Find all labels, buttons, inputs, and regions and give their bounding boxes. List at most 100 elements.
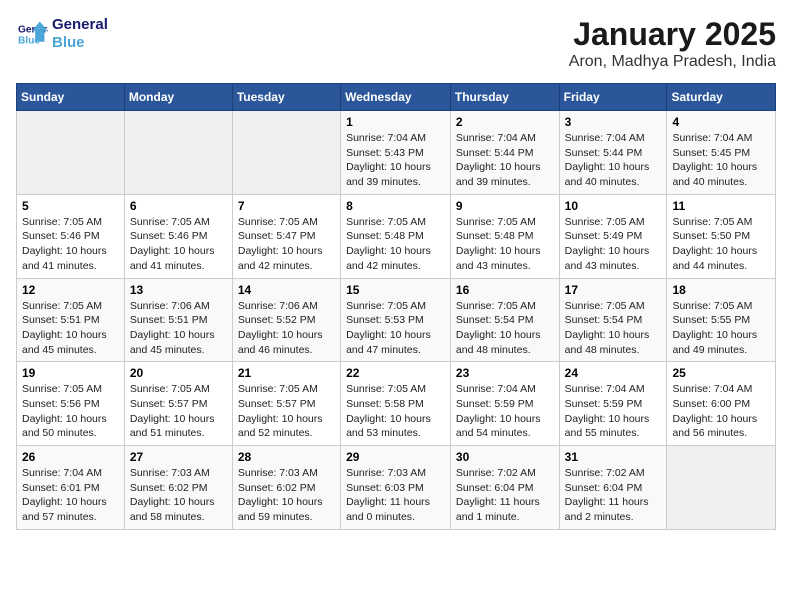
day-cell: [124, 111, 232, 195]
day-cell: 12Sunrise: 7:05 AM Sunset: 5:51 PM Dayli…: [17, 278, 125, 362]
day-number: 13: [130, 283, 227, 297]
day-cell: 21Sunrise: 7:05 AM Sunset: 5:57 PM Dayli…: [232, 362, 340, 446]
logo-icon: General Blue: [16, 20, 48, 48]
calendar-subtitle: Aron, Madhya Pradesh, India: [569, 53, 776, 71]
day-cell: 26 Sunrise: 7:04 AM Sunset: 6:01 PM Dayli…: [17, 446, 125, 530]
day-cell: 14 Sunrise: 7:06 AM Sunset: 5:52 PM Dayli…: [232, 278, 340, 362]
header-row: SundayMondayTuesdayWednesdayThursdayFrid…: [17, 84, 776, 111]
day-number: 5: [22, 199, 119, 213]
day-info: Sunrise: 7:05 AM Sunset: 5:56 PM Dayligh…: [22, 382, 119, 441]
day-cell: 10 Sunrise: 7:05 AM Sunset: 5:49 PM Dayli…: [559, 194, 667, 278]
day-number: 3: [565, 115, 662, 129]
calendar-table: SundayMondayTuesdayWednesdayThursdayFrid…: [16, 83, 776, 530]
week-row-1: 1 Sunrise: 7:04 AM Sunset: 5:43 PM Daylig…: [17, 111, 776, 195]
week-row-5: 26 Sunrise: 7:04 AM Sunset: 6:01 PM Dayli…: [17, 446, 776, 530]
day-info: Sunrise: 7:03 AM Sunset: 6:03 PM Dayligh…: [346, 466, 445, 525]
day-cell: 25 Sunrise: 7:04 AM Sunset: 6:00 PM Dayli…: [667, 362, 776, 446]
header-cell-saturday: Saturday: [667, 84, 776, 111]
day-cell: 28 Sunrise: 7:03 AM Sunset: 6:02 PM Dayli…: [232, 446, 340, 530]
day-info: Sunrise: 7:04 AM Sunset: 5:44 PM Dayligh…: [565, 131, 662, 190]
day-cell: 23Sunrise: 7:04 AM Sunset: 5:59 PM Dayli…: [450, 362, 559, 446]
day-info: Sunrise: 7:02 AM Sunset: 6:04 PM Dayligh…: [565, 466, 662, 525]
day-number: 10: [565, 199, 662, 213]
day-info: Sunrise: 7:04 AM Sunset: 6:00 PM Dayligh…: [672, 382, 770, 441]
day-number: 8: [346, 199, 445, 213]
header-cell-monday: Monday: [124, 84, 232, 111]
day-info: Sunrise: 7:05 AM Sunset: 5:46 PM Dayligh…: [22, 215, 119, 274]
day-number: 28: [238, 450, 335, 464]
day-info: Sunrise: 7:05 AM Sunset: 5:49 PM Dayligh…: [565, 215, 662, 274]
day-cell: 16Sunrise: 7:05 AM Sunset: 5:54 PM Dayli…: [450, 278, 559, 362]
day-number: 23: [456, 366, 554, 380]
day-number: 26: [22, 450, 119, 464]
day-info: Sunrise: 7:03 AM Sunset: 6:02 PM Dayligh…: [238, 466, 335, 525]
day-number: 31: [565, 450, 662, 464]
day-cell: 7 Sunrise: 7:05 AM Sunset: 5:47 PM Daylig…: [232, 194, 340, 278]
day-info: Sunrise: 7:05 AM Sunset: 5:57 PM Dayligh…: [130, 382, 227, 441]
day-info: Sunrise: 7:05 AM Sunset: 5:47 PM Dayligh…: [238, 215, 335, 274]
day-number: 15: [346, 283, 445, 297]
day-info: Sunrise: 7:06 AM Sunset: 5:51 PM Dayligh…: [130, 299, 227, 358]
day-cell: 29 Sunrise: 7:03 AM Sunset: 6:03 PM Dayli…: [341, 446, 451, 530]
day-cell: [17, 111, 125, 195]
day-cell: 3 Sunrise: 7:04 AM Sunset: 5:44 PM Daylig…: [559, 111, 667, 195]
day-number: 24: [565, 366, 662, 380]
day-number: 25: [672, 366, 770, 380]
day-cell: 30 Sunrise: 7:02 AM Sunset: 6:04 PM Dayli…: [450, 446, 559, 530]
week-row-3: 12Sunrise: 7:05 AM Sunset: 5:51 PM Dayli…: [17, 278, 776, 362]
day-cell: 15Sunrise: 7:05 AM Sunset: 5:53 PM Dayli…: [341, 278, 451, 362]
day-info: Sunrise: 7:04 AM Sunset: 5:59 PM Dayligh…: [565, 382, 662, 441]
day-cell: 20 Sunrise: 7:05 AM Sunset: 5:57 PM Dayli…: [124, 362, 232, 446]
day-number: 30: [456, 450, 554, 464]
day-info: Sunrise: 7:06 AM Sunset: 5:52 PM Dayligh…: [238, 299, 335, 358]
day-info: Sunrise: 7:04 AM Sunset: 5:44 PM Dayligh…: [456, 131, 554, 190]
day-cell: 4 Sunrise: 7:04 AM Sunset: 5:45 PM Daylig…: [667, 111, 776, 195]
day-cell: 6 Sunrise: 7:05 AM Sunset: 5:46 PM Daylig…: [124, 194, 232, 278]
day-cell: 31 Sunrise: 7:02 AM Sunset: 6:04 PM Dayli…: [559, 446, 667, 530]
day-info: Sunrise: 7:04 AM Sunset: 5:43 PM Dayligh…: [346, 131, 445, 190]
day-cell: 17 Sunrise: 7:05 AM Sunset: 5:54 PM Dayli…: [559, 278, 667, 362]
day-number: 6: [130, 199, 227, 213]
day-number: 29: [346, 450, 445, 464]
day-info: Sunrise: 7:05 AM Sunset: 5:54 PM Dayligh…: [565, 299, 662, 358]
day-cell: [667, 446, 776, 530]
logo-line2: Blue: [52, 34, 108, 52]
header-cell-thursday: Thursday: [450, 84, 559, 111]
day-number: 19: [22, 366, 119, 380]
day-number: 12: [22, 283, 119, 297]
day-cell: 2Sunrise: 7:04 AM Sunset: 5:44 PM Daylig…: [450, 111, 559, 195]
day-info: Sunrise: 7:04 AM Sunset: 6:01 PM Dayligh…: [22, 466, 119, 525]
day-info: Sunrise: 7:02 AM Sunset: 6:04 PM Dayligh…: [456, 466, 554, 525]
day-cell: 9Sunrise: 7:05 AM Sunset: 5:48 PM Daylig…: [450, 194, 559, 278]
day-number: 27: [130, 450, 227, 464]
day-cell: 18 Sunrise: 7:05 AM Sunset: 5:55 PM Dayli…: [667, 278, 776, 362]
day-cell: 27Sunrise: 7:03 AM Sunset: 6:02 PM Dayli…: [124, 446, 232, 530]
page-header: General Blue General Blue January 2025 A…: [16, 16, 776, 71]
day-number: 1: [346, 115, 445, 129]
title-block: January 2025 Aron, Madhya Pradesh, India: [569, 16, 776, 71]
day-cell: 5 Sunrise: 7:05 AM Sunset: 5:46 PM Daylig…: [17, 194, 125, 278]
week-row-2: 5 Sunrise: 7:05 AM Sunset: 5:46 PM Daylig…: [17, 194, 776, 278]
week-row-4: 19 Sunrise: 7:05 AM Sunset: 5:56 PM Dayli…: [17, 362, 776, 446]
day-cell: 13 Sunrise: 7:06 AM Sunset: 5:51 PM Dayli…: [124, 278, 232, 362]
header-cell-tuesday: Tuesday: [232, 84, 340, 111]
day-info: Sunrise: 7:05 AM Sunset: 5:50 PM Dayligh…: [672, 215, 770, 274]
day-info: Sunrise: 7:04 AM Sunset: 5:45 PM Dayligh…: [672, 131, 770, 190]
day-number: 4: [672, 115, 770, 129]
day-number: 20: [130, 366, 227, 380]
day-info: Sunrise: 7:05 AM Sunset: 5:57 PM Dayligh…: [238, 382, 335, 441]
logo: General Blue General Blue: [16, 16, 108, 52]
day-number: 11: [672, 199, 770, 213]
day-number: 14: [238, 283, 335, 297]
day-number: 18: [672, 283, 770, 297]
day-info: Sunrise: 7:05 AM Sunset: 5:46 PM Dayligh…: [130, 215, 227, 274]
day-number: 17: [565, 283, 662, 297]
day-number: 7: [238, 199, 335, 213]
day-info: Sunrise: 7:05 AM Sunset: 5:58 PM Dayligh…: [346, 382, 445, 441]
header-cell-sunday: Sunday: [17, 84, 125, 111]
header-cell-wednesday: Wednesday: [341, 84, 451, 111]
day-cell: 8 Sunrise: 7:05 AM Sunset: 5:48 PM Daylig…: [341, 194, 451, 278]
calendar-title: January 2025: [569, 16, 776, 53]
day-info: Sunrise: 7:05 AM Sunset: 5:55 PM Dayligh…: [672, 299, 770, 358]
day-info: Sunrise: 7:05 AM Sunset: 5:48 PM Dayligh…: [346, 215, 445, 274]
